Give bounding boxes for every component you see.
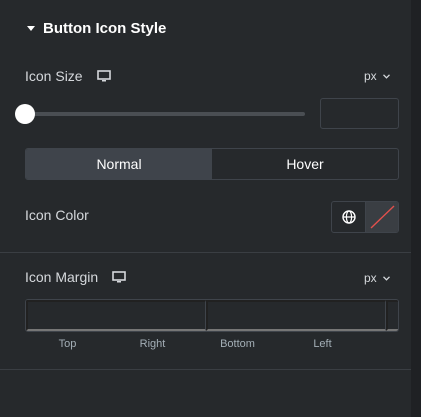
state-tabs: Normal Hover: [25, 148, 399, 180]
icon-margin-dimensions: [25, 299, 399, 332]
icon-margin-unit: px: [364, 271, 377, 285]
tab-normal[interactable]: Normal: [26, 149, 212, 179]
global-colors-button[interactable]: [332, 202, 366, 232]
margin-right-input[interactable]: [206, 300, 386, 331]
icon-margin-unit-selector[interactable]: px: [364, 271, 390, 285]
margin-right-label: Right: [139, 338, 166, 350]
icon-size-unit-selector[interactable]: px: [364, 69, 390, 83]
chevron-down-icon: [382, 275, 390, 281]
margin-bottom-label: Bottom: [220, 338, 255, 350]
responsive-desktop-icon[interactable]: [96, 70, 111, 82]
tab-hover[interactable]: Hover: [212, 149, 398, 179]
icon-size-slider-thumb[interactable]: [15, 104, 35, 124]
icon-color-control: [331, 201, 399, 233]
section-title: Button Icon Style: [43, 19, 167, 37]
chevron-down-icon: [382, 73, 390, 79]
color-picker-swatch[interactable]: [366, 202, 398, 232]
margin-bottom-input[interactable]: [386, 300, 398, 331]
globe-icon: [341, 210, 356, 224]
icon-margin-row: Icon Margin: [25, 269, 126, 285]
responsive-desktop-icon[interactable]: [112, 271, 126, 283]
icon-size-row: Icon Size: [25, 68, 111, 84]
icon-color-label: Icon Color: [25, 207, 89, 223]
panel-scrollbar[interactable]: [411, 0, 421, 417]
margin-left-label: Left: [313, 338, 332, 350]
icon-size-input[interactable]: [320, 98, 399, 129]
icon-size-unit: px: [364, 69, 377, 83]
margin-top-input[interactable]: [26, 300, 206, 331]
section-header[interactable]: Button Icon Style: [27, 18, 166, 38]
caret-down-icon: [27, 25, 35, 31]
icon-size-slider-track[interactable]: [25, 112, 305, 116]
icon-margin-label: Icon Margin: [25, 269, 99, 285]
margin-top-label: Top: [58, 338, 77, 350]
section-divider: [0, 369, 411, 370]
icon-color-row: Icon Color: [25, 207, 89, 223]
no-color-slash-icon: [370, 205, 395, 229]
section-divider: [0, 252, 411, 253]
margin-side-labels: Top Right Bottom Left: [25, 338, 365, 350]
icon-size-label: Icon Size: [25, 68, 83, 84]
